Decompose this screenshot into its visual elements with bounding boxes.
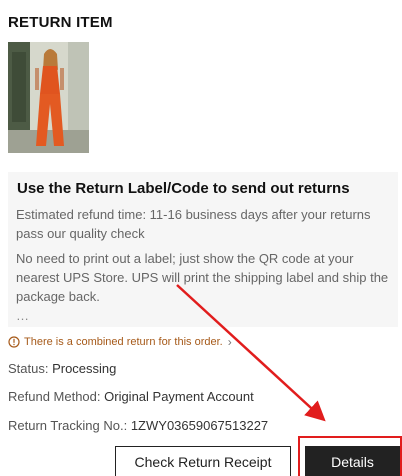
product-image[interactable] bbox=[8, 42, 89, 153]
return-instructions-heading: Use the Return Label/Code to send out re… bbox=[17, 180, 350, 197]
tracking-number[interactable]: 1ZWY03659067513227 bbox=[131, 418, 268, 433]
product-photo-icon bbox=[8, 42, 89, 153]
refund-method-row: Refund Method: Original Payment Account bbox=[8, 389, 254, 404]
warning-icon bbox=[8, 336, 20, 348]
tracking-row: Return Tracking No.: 1ZWY03659067513227 bbox=[8, 418, 268, 433]
refund-time-text: Estimated refund time: 11-16 business da… bbox=[16, 207, 371, 241]
ups-instructions-text: No need to print out a label; just show … bbox=[16, 251, 389, 304]
refund-method-value: Original Payment Account bbox=[104, 389, 254, 404]
combined-return-notice-text: There is a combined return for this orde… bbox=[24, 336, 223, 348]
combined-return-notice[interactable]: There is a combined return for this orde… bbox=[8, 335, 232, 349]
details-button[interactable]: Details bbox=[305, 446, 400, 476]
check-return-receipt-button[interactable]: Check Return Receipt bbox=[115, 446, 291, 476]
status-value: Processing bbox=[52, 361, 117, 376]
refund-method-label: Refund Method: bbox=[8, 389, 105, 404]
status-label: Status: bbox=[8, 361, 53, 376]
more-ellipsis[interactable]: … bbox=[16, 308, 390, 323]
page-title: RETURN ITEM bbox=[8, 14, 113, 31]
tracking-label: Return Tracking No.: bbox=[8, 418, 131, 433]
return-instructions-panel: Use the Return Label/Code to send out re… bbox=[8, 172, 398, 327]
status-row: Status: Processing bbox=[8, 361, 116, 376]
chevron-right-icon: › bbox=[227, 335, 232, 349]
